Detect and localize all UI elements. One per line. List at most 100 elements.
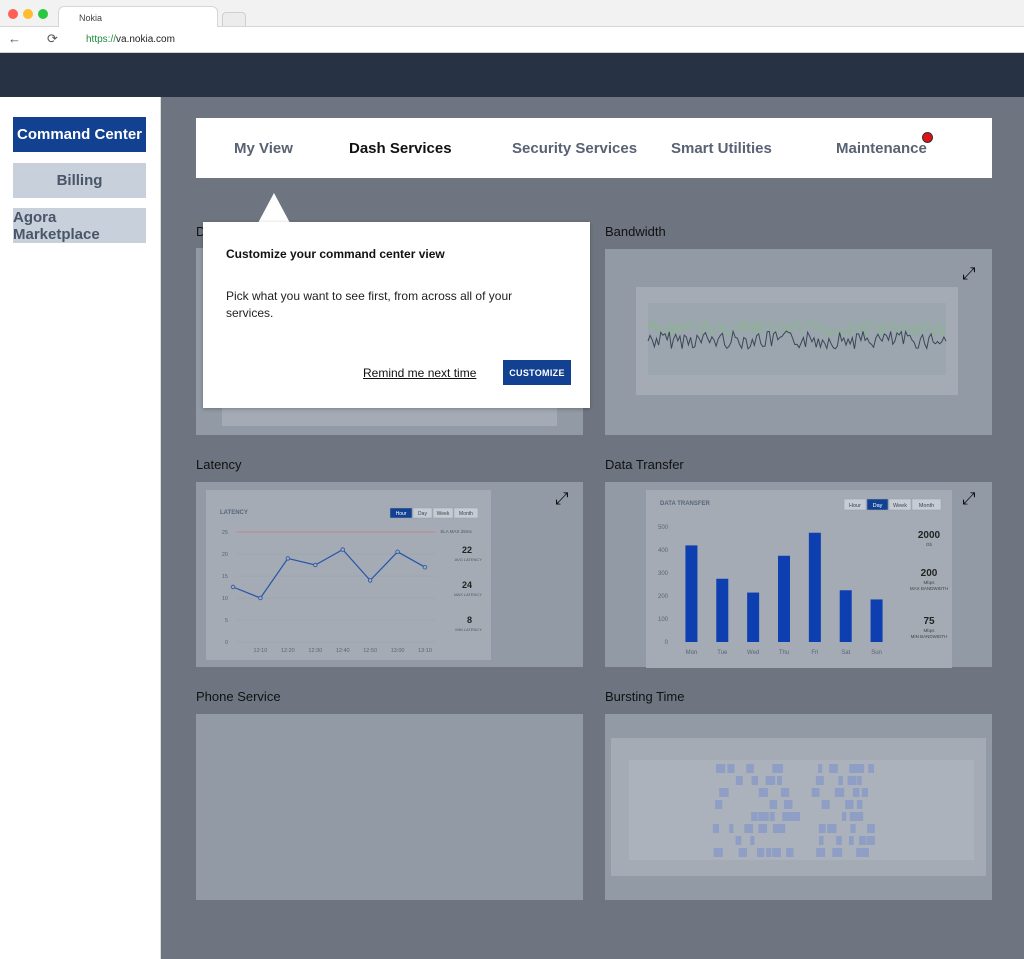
burst-block (836, 836, 842, 845)
burst-block (827, 824, 837, 833)
browser-tabbar: Nokia (0, 0, 1024, 28)
x-tick-label: Wed (747, 650, 759, 656)
sidebar-item-command-center[interactable]: Command Center (13, 117, 146, 152)
customize-button-label: CUSTOMIZE (509, 367, 565, 378)
burst-block (746, 764, 754, 773)
customize-popover: Customize your command center view Pick … (203, 222, 590, 408)
y-tick-label: 0 (225, 640, 228, 646)
x-tick-label: 12:10 (254, 648, 268, 654)
burst-block (838, 776, 843, 785)
panel-bursting-time[interactable] (605, 714, 992, 900)
burst-block (715, 800, 721, 809)
burst-block (762, 812, 769, 821)
panel-data-transfer[interactable]: DATA TRANSFER Hour Day Week Month 0 100 200 300 4… (605, 482, 992, 668)
burst-block (784, 800, 793, 809)
x-tick-label: Mon (686, 650, 698, 656)
burst-block (744, 824, 750, 833)
burst-block (856, 800, 863, 809)
latency-chart: LATENCY Hour Day Week Month 0 5 10 15 20 25 SLA MAX… (220, 507, 482, 654)
y-tick-label: 15 (222, 574, 228, 580)
time-button-label: Day (418, 511, 427, 517)
burst-block (867, 824, 875, 833)
y-tick-label: 20 (222, 552, 228, 558)
customize-button[interactable]: CUSTOMIZE (503, 360, 571, 385)
browser-tab-title: Nokia (79, 13, 103, 23)
y-tick-label: 500 (658, 525, 669, 531)
burst-block (762, 788, 768, 797)
tab-smart-utilities[interactable]: Smart Utilities (671, 140, 772, 157)
tab-security-services[interactable]: Security Services (512, 140, 637, 157)
stat-label: MIN BANDWIDTH (911, 634, 948, 639)
panel-title-bandwidth: Bandwidth (605, 224, 666, 239)
minimize-window-dot[interactable] (23, 9, 33, 19)
stat-unit: Mbps (923, 628, 935, 633)
burst-block (818, 764, 823, 773)
burst-block (766, 848, 772, 857)
burst-block (816, 848, 826, 857)
tab-maintenance[interactable]: Maintenance (836, 140, 927, 157)
stat-value: 200 (921, 568, 938, 579)
burst-block (845, 800, 854, 809)
burst-block (847, 776, 856, 785)
burst-block (727, 764, 733, 773)
y-tick-label: 0 (665, 640, 669, 646)
sidebar-item-label: Billing (56, 172, 103, 189)
sidebar-item-billing[interactable]: Billing (13, 163, 146, 198)
x-tick-label: 12:20 (281, 648, 295, 654)
bar-fri (808, 532, 821, 642)
latency-point (367, 578, 373, 583)
panel-phone-service[interactable] (196, 714, 583, 900)
burst-block (857, 812, 864, 821)
data-transfer-chart-title: DATA TRANSFER (660, 501, 711, 507)
bursting-time-chart (629, 760, 974, 860)
burst-block (760, 824, 768, 833)
maximize-window-dot[interactable] (38, 9, 48, 19)
burst-block (832, 848, 843, 857)
url-host: va.nokia.com (116, 34, 175, 45)
bar-sun (870, 599, 883, 642)
burst-block (859, 836, 864, 845)
stat-value: 8 (467, 615, 472, 625)
bar-tue (716, 578, 729, 642)
stat-label: MIN LATENCY (455, 627, 482, 632)
stat-unit: Mbps (923, 580, 935, 585)
latency-point (258, 595, 263, 601)
sidebar-item-agora-marketplace[interactable]: Agora Marketplace (13, 208, 146, 243)
panel-title-bursting-time: Bursting Time (605, 689, 685, 704)
burst-block (811, 788, 820, 797)
panel-latency[interactable]: LATENCY Hour Day Week Month 0 5 10 15 20 25 SLA MAX… (196, 482, 583, 667)
x-tick-label: Tue (717, 650, 728, 656)
tab-my-view[interactable]: My View (234, 140, 293, 157)
bursting-plot-area (629, 760, 974, 860)
back-arrow-icon[interactable]: ← (8, 31, 21, 46)
latency-point (285, 556, 291, 561)
latency-chart-card: LATENCY Hour Day Week Month 0 5 10 15 20 25 SLA MAX… (206, 490, 491, 660)
time-button-label: Month (919, 503, 934, 509)
new-tab-button[interactable] (222, 12, 246, 26)
address-bar[interactable]: https://va.nokia.com (86, 34, 175, 45)
close-window-dot[interactable] (8, 9, 18, 19)
latency-point (340, 547, 345, 552)
burst-block (850, 824, 856, 833)
browser-tab[interactable]: Nokia (58, 6, 218, 28)
time-button-label: Week (893, 503, 907, 509)
burst-block (751, 812, 758, 821)
popover-body: Pick what you want to see first, from ac… (226, 289, 513, 320)
time-button-label: Month (459, 511, 473, 517)
expand-latency-icon[interactable]: ⤢ (555, 490, 569, 507)
burst-block (719, 788, 729, 797)
burst-block (738, 848, 747, 857)
burst-block (824, 800, 829, 809)
app-header (0, 53, 1024, 97)
tab-dash-services[interactable]: Dash Services (349, 140, 452, 157)
panel-title-latency: Latency (196, 457, 242, 472)
burst-block (716, 764, 726, 773)
reload-icon[interactable]: ⟳ (47, 31, 58, 47)
popover-title: Customize your command center view (226, 247, 445, 261)
panel-bandwidth[interactable] (605, 249, 992, 435)
time-button-label: Day (873, 503, 883, 509)
remind-me-link[interactable]: Remind me next time (363, 366, 476, 380)
expand-bandwidth-icon[interactable]: ⤢ (962, 265, 976, 282)
burst-block (867, 836, 875, 845)
expand-data-transfer-icon[interactable]: ⤢ (962, 490, 976, 507)
